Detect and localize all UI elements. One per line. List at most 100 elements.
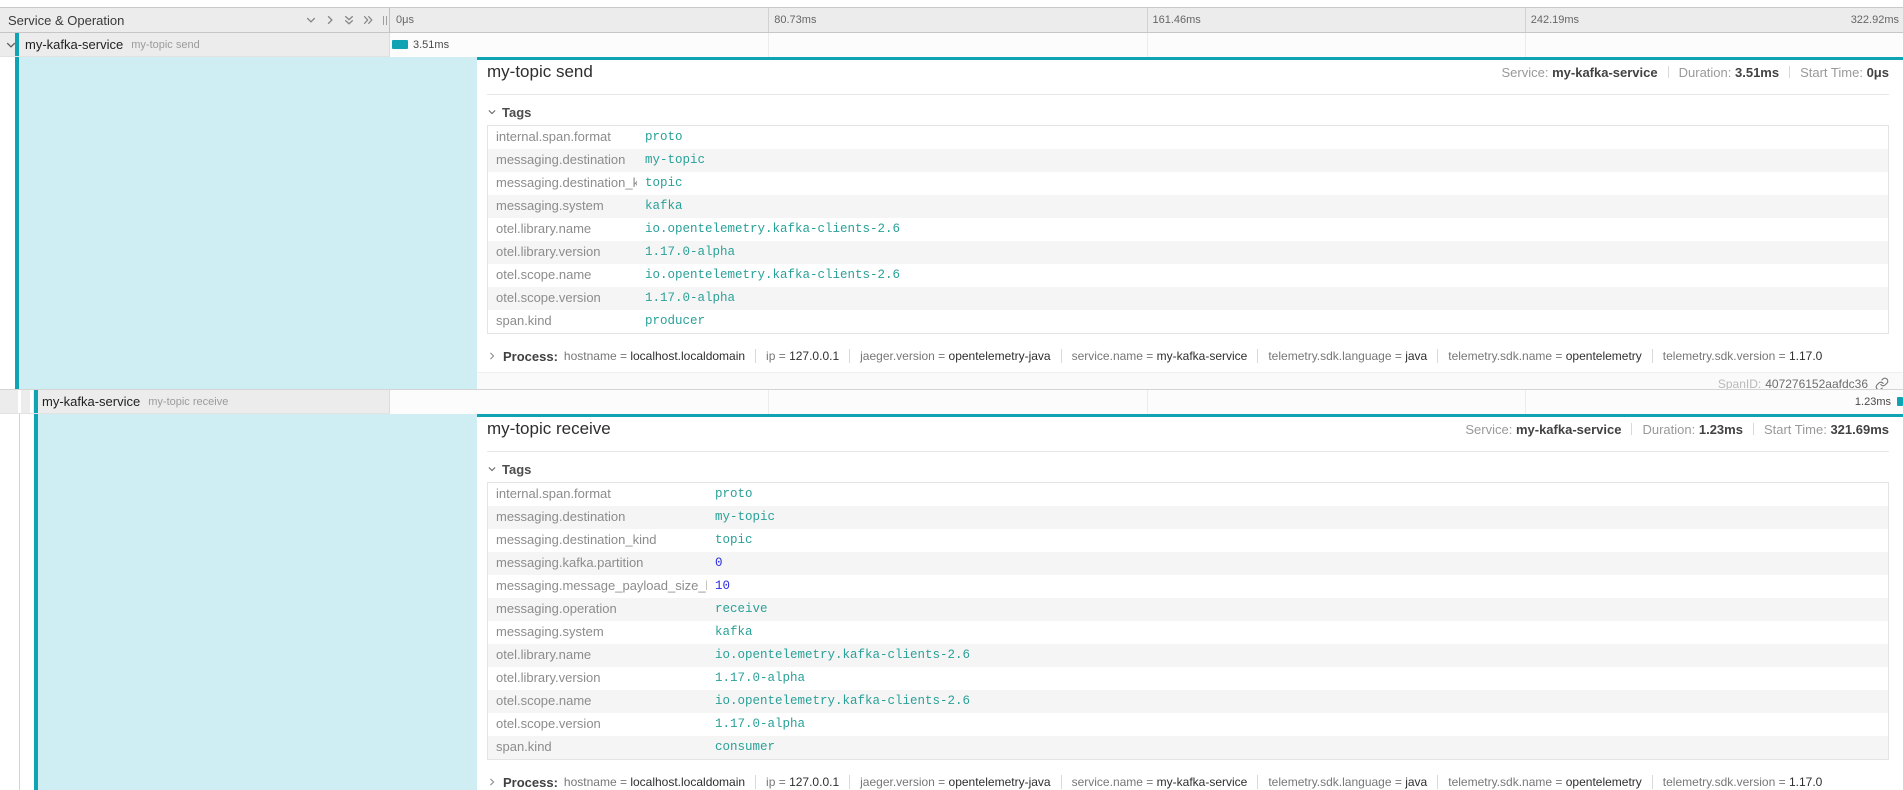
tag-row: messaging.destination my-topic xyxy=(488,149,1888,172)
tag-row: messaging.destination_kind topic xyxy=(488,172,1888,195)
process-summary: hostname = localhost.localdomain ip = 127… xyxy=(564,773,1822,790)
service-operation-header: Service & Operation xyxy=(0,8,390,32)
process-entry: ip = 127.0.0.1 xyxy=(755,775,839,789)
tag-value: io.opentelemetry.kafka-clients-2.6 xyxy=(637,218,1888,241)
tag-key: otel.scope.version xyxy=(488,713,707,736)
tag-value: 0 xyxy=(707,552,1888,575)
span-operation-name: my-topic send xyxy=(131,39,199,51)
expand-one-icon[interactable] xyxy=(322,13,337,28)
tag-row: otel.scope.version 1.17.0-alpha xyxy=(488,287,1888,310)
tag-value: 1.17.0-alpha xyxy=(707,713,1888,736)
expand-all-icon[interactable] xyxy=(360,13,375,28)
process-entry: jaeger.version = opentelemetry-java xyxy=(849,775,1050,789)
collapse-one-icon[interactable] xyxy=(303,13,318,28)
tag-key: otel.library.version xyxy=(488,667,707,690)
span-detail-title: my-topic send xyxy=(487,62,593,82)
tag-key: otel.library.name xyxy=(488,644,707,667)
tag-key: messaging.system xyxy=(488,621,707,644)
span-detail-card: my-topic send Service: my-kafka-serviceD… xyxy=(477,57,1903,389)
process-entry: jaeger.version = opentelemetry-java xyxy=(849,349,1050,363)
tag-key: otel.scope.version xyxy=(488,287,637,310)
tag-value: consumer xyxy=(707,736,1888,759)
expand-collapse-controls xyxy=(303,8,375,32)
tag-row: messaging.destination_kind topic xyxy=(488,529,1888,552)
tag-key: messaging.destination xyxy=(488,149,637,172)
chevron-right-icon xyxy=(487,777,497,787)
tag-value: my-topic xyxy=(637,149,1888,172)
tag-key: messaging.message_payload_size_bytes xyxy=(488,575,707,598)
tag-key: internal.span.format xyxy=(488,126,637,149)
tag-value: topic xyxy=(707,529,1888,552)
chevron-right-icon xyxy=(487,351,497,361)
column-resizer-grip[interactable] xyxy=(383,16,387,25)
tag-key: messaging.system xyxy=(488,195,637,218)
tag-row: otel.library.name io.opentelemetry.kafka… xyxy=(488,644,1888,667)
tag-row: messaging.kafka.partition 0 xyxy=(488,552,1888,575)
tag-row: messaging.destination my-topic xyxy=(488,506,1888,529)
tag-value: 1.17.0-alpha xyxy=(637,287,1888,310)
tag-value: producer xyxy=(637,310,1888,333)
process-entry: telemetry.sdk.name = opentelemetry xyxy=(1437,349,1642,363)
tags-accordion-header[interactable]: Tags xyxy=(487,460,1889,478)
tag-key: messaging.kafka.partition xyxy=(488,552,707,575)
tag-value: receive xyxy=(707,598,1888,621)
span-duration-bar[interactable] xyxy=(1897,397,1903,406)
tag-value: kafka xyxy=(637,195,1888,218)
ruler-tick: 0μs xyxy=(396,8,414,32)
span-detail-summary: Service: my-kafka-serviceDuration: 1.23m… xyxy=(1465,422,1889,437)
timeline-header-row: Service & Operation 0μs 80.73ms 161.46ms… xyxy=(0,7,1903,33)
process-entry: telemetry.sdk.name = opentelemetry xyxy=(1437,775,1642,789)
tag-row: internal.span.format proto xyxy=(488,483,1888,506)
selected-span-spacer xyxy=(19,57,477,389)
tag-key: span.kind xyxy=(488,736,707,759)
tag-key: messaging.operation xyxy=(488,598,707,621)
deep-link-icon[interactable] xyxy=(1875,377,1889,390)
tag-value: io.opentelemetry.kafka-clients-2.6 xyxy=(637,264,1888,287)
span-detail-card: my-topic receive Service: my-kafka-servi… xyxy=(477,414,1903,790)
process-entry: telemetry.sdk.language = java xyxy=(1257,775,1427,789)
process-entry: telemetry.sdk.version = 1.17.0 xyxy=(1652,349,1823,363)
tag-key: otel.scope.name xyxy=(488,264,637,287)
tag-key: otel.library.name xyxy=(488,218,637,241)
span-id-row: SpanID: 407276152aafdc36 xyxy=(477,372,1903,389)
ruler-tick: 242.19ms xyxy=(1531,8,1579,32)
tag-row: otel.library.version 1.17.0-alpha xyxy=(488,241,1888,264)
tag-value: topic xyxy=(637,172,1888,195)
span-tree-guide xyxy=(19,414,20,790)
process-entry: telemetry.sdk.version = 1.17.0 xyxy=(1652,775,1823,789)
tag-value: my-topic xyxy=(707,506,1888,529)
tags-accordion-header[interactable]: Tags xyxy=(487,103,1889,121)
tag-row: span.kind consumer xyxy=(488,736,1888,759)
span-row-tree-cell: my-kafka-service my-topic receive xyxy=(0,390,390,414)
process-accordion-header[interactable]: Process: hostname = localhost.localdomai… xyxy=(487,346,1889,366)
tag-key: messaging.destination xyxy=(488,506,707,529)
tag-key: messaging.destination_kind xyxy=(488,172,637,195)
tag-value: io.opentelemetry.kafka-clients-2.6 xyxy=(707,690,1888,713)
tag-key: messaging.destination_kind xyxy=(488,529,707,552)
process-entry: hostname = localhost.localdomain xyxy=(564,775,745,789)
span-id-value: 407276152aafdc36 xyxy=(1765,377,1868,390)
process-entry: ip = 127.0.0.1 xyxy=(755,349,839,363)
jaeger-trace-timeline: Service & Operation 0μs 80.73ms 161.46ms… xyxy=(0,0,1903,790)
tag-value: proto xyxy=(707,483,1888,506)
span-row-my-topic-receive[interactable]: my-kafka-service my-topic receive 1.23ms xyxy=(0,390,1903,414)
span-row-my-topic-send[interactable]: my-kafka-service my-topic send 3.51ms xyxy=(0,33,1903,57)
span-row-timeline-cell: 1.23ms xyxy=(390,390,1903,414)
tag-row: otel.scope.name io.opentelemetry.kafka-c… xyxy=(488,690,1888,713)
tag-row: messaging.system kafka xyxy=(488,621,1888,644)
process-entry: service.name = my-kafka-service xyxy=(1061,775,1248,789)
tag-value: 1.17.0-alpha xyxy=(707,667,1888,690)
tag-key: internal.span.format xyxy=(488,483,707,506)
process-accordion-header[interactable]: Process: hostname = localhost.localdomai… xyxy=(487,772,1889,790)
process-label: Process: xyxy=(503,775,558,790)
span-color-accent xyxy=(15,33,19,56)
process-summary: hostname = localhost.localdomainip = 127… xyxy=(564,347,1822,365)
tag-row: messaging.message_payload_size_bytes 10 xyxy=(488,575,1888,598)
span-detail-title: my-topic receive xyxy=(487,419,611,439)
collapse-all-icon[interactable] xyxy=(341,13,356,28)
span-row-tree-cell: my-kafka-service my-topic send xyxy=(0,33,390,57)
span-id-label: SpanID: xyxy=(1718,377,1761,390)
timeline-ruler[interactable]: 0μs 80.73ms 161.46ms 242.19ms 322.92ms xyxy=(390,8,1903,32)
tag-row: messaging.operation receive xyxy=(488,598,1888,621)
span-duration-bar[interactable] xyxy=(392,40,408,49)
